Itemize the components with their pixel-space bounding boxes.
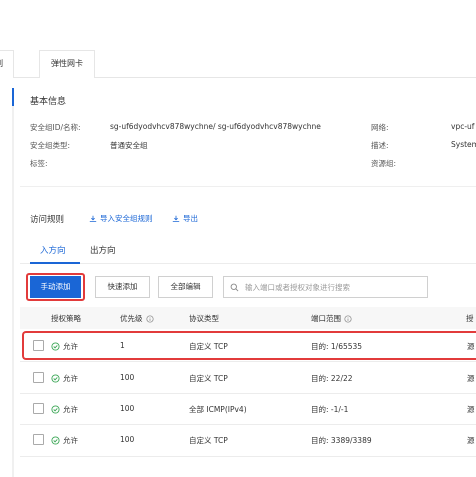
subtab-divider bbox=[20, 263, 476, 264]
export-link[interactable]: 导出 bbox=[172, 213, 198, 224]
table-header bbox=[20, 307, 476, 329]
sg-type-value: 普通安全组 bbox=[110, 141, 148, 150]
col-policy: 授权策略 bbox=[51, 313, 81, 324]
row-policy-label: 允许 bbox=[63, 342, 78, 351]
check-circle-icon bbox=[51, 342, 60, 351]
info-icon[interactable] bbox=[145, 314, 154, 323]
row-divider bbox=[20, 456, 476, 457]
tab-eni[interactable]: 弹性网卡 bbox=[39, 50, 95, 78]
col-port: 端口范围 bbox=[311, 313, 352, 324]
sg-type-label: 安全组类型: bbox=[30, 141, 71, 150]
tab-inbound[interactable]: 入方向 bbox=[40, 244, 66, 256]
row-priority: 100 bbox=[120, 404, 135, 413]
section-accent bbox=[12, 88, 14, 477]
row-divider bbox=[20, 361, 476, 362]
row-protocol: 全部 ICMP(IPv4) bbox=[189, 405, 247, 414]
import-rules-link[interactable]: 导入安全组规则 bbox=[89, 213, 153, 224]
description-value: System bbox=[451, 140, 476, 149]
check-circle-icon bbox=[51, 405, 60, 414]
col-auth: 授 bbox=[466, 313, 474, 324]
row-port: 目的: 3389/3389 bbox=[311, 436, 372, 445]
manual-add-highlight bbox=[26, 273, 85, 301]
sg-id-label: 安全组ID/名称: bbox=[30, 123, 81, 132]
row-policy-label: 允许 bbox=[63, 405, 78, 414]
row-policy-label: 允许 bbox=[63, 436, 78, 445]
row-checkbox[interactable] bbox=[33, 372, 44, 383]
rule-search-box[interactable] bbox=[223, 276, 428, 298]
export-label: 导出 bbox=[183, 214, 198, 223]
description-label: 描述: bbox=[371, 141, 389, 150]
row-policy: 允许 bbox=[51, 435, 78, 446]
tab-instance[interactable]: 例 bbox=[0, 50, 14, 78]
col-priority: 优先级 bbox=[120, 313, 154, 324]
row-highlight bbox=[22, 331, 476, 360]
row-policy-label: 允许 bbox=[63, 374, 78, 383]
download-icon bbox=[172, 215, 180, 222]
row-priority: 100 bbox=[120, 373, 135, 382]
row-checkbox[interactable] bbox=[33, 403, 44, 414]
tags-label: 标签: bbox=[30, 159, 48, 168]
active-tab-indicator bbox=[30, 262, 80, 264]
col-protocol-label: 协议类型 bbox=[189, 314, 219, 323]
row-port: 目的: 1/65535 bbox=[311, 342, 363, 351]
row-checkbox[interactable] bbox=[33, 434, 44, 445]
section-divider bbox=[20, 186, 476, 187]
row-auth: 源 bbox=[467, 342, 475, 351]
row-policy: 允许 bbox=[51, 404, 78, 415]
row-divider bbox=[20, 393, 476, 394]
rules-title: 访问规则 bbox=[30, 215, 65, 225]
check-circle-icon bbox=[51, 374, 60, 383]
col-priority-label: 优先级 bbox=[120, 314, 143, 323]
quick-add-button[interactable]: 快速添加 bbox=[95, 276, 150, 298]
basic-info-title: 基本信息 bbox=[30, 97, 67, 107]
col-auth-label: 授 bbox=[466, 314, 474, 323]
network-label: 网络: bbox=[371, 123, 389, 132]
search-icon bbox=[230, 283, 239, 291]
tab-outbound[interactable]: 出方向 bbox=[90, 244, 116, 256]
row-port: 目的: 22/22 bbox=[311, 374, 353, 383]
col-policy-label: 授权策略 bbox=[51, 314, 81, 323]
row-priority: 100 bbox=[120, 435, 135, 444]
download-icon bbox=[89, 215, 97, 222]
row-priority: 1 bbox=[120, 341, 125, 350]
col-protocol: 协议类型 bbox=[189, 313, 219, 324]
row-auth: 源 bbox=[467, 405, 475, 414]
row-protocol: 自定义 TCP bbox=[189, 374, 228, 383]
row-divider bbox=[20, 424, 476, 425]
row-auth: 源 bbox=[467, 374, 475, 383]
row-policy: 允许 bbox=[51, 373, 78, 384]
row-auth: 源 bbox=[467, 436, 475, 445]
edit-all-button[interactable]: 全部编辑 bbox=[158, 276, 213, 298]
row-protocol: 自定义 TCP bbox=[189, 342, 228, 351]
search-input[interactable] bbox=[245, 282, 425, 292]
row-port: 目的: -1/-1 bbox=[311, 405, 349, 414]
check-circle-icon bbox=[51, 436, 60, 445]
tab-bar: 例 弹性网卡 bbox=[0, 46, 476, 78]
row-checkbox[interactable] bbox=[33, 340, 44, 351]
sg-id-value: sg-uf6dyodvhcv878wychne/ sg-uf6dyodvhcv8… bbox=[110, 122, 321, 131]
row-protocol: 自定义 TCP bbox=[189, 436, 228, 445]
row-policy: 允许 bbox=[51, 341, 78, 352]
network-value[interactable]: vpc-uf bbox=[451, 122, 474, 131]
info-icon[interactable] bbox=[344, 314, 352, 323]
import-rules-label: 导入安全组规则 bbox=[100, 214, 153, 223]
col-port-label: 端口范围 bbox=[311, 314, 341, 323]
resource-group-label: 资源组: bbox=[371, 159, 397, 168]
